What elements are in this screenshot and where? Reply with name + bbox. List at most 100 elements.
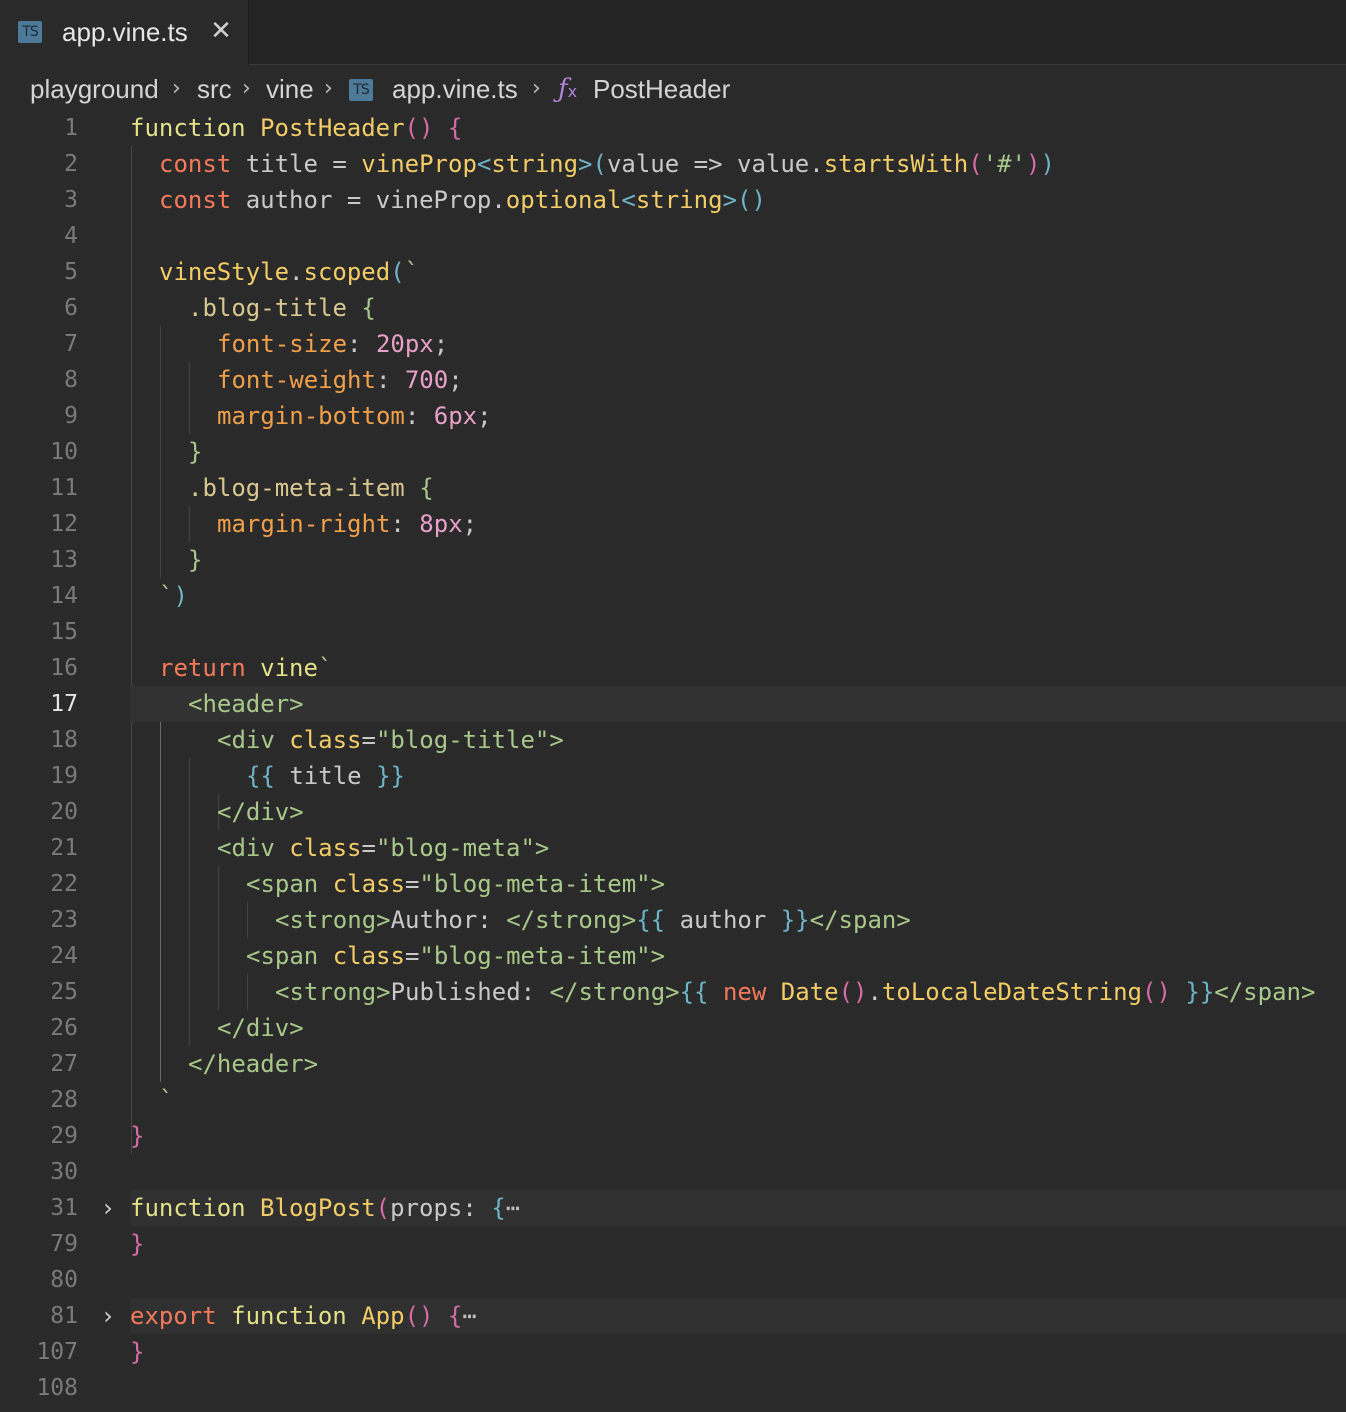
code-line[interactable]: 16 return vine` [0, 650, 1346, 686]
code-text: } [130, 1122, 145, 1150]
code-line[interactable]: 13 } [0, 542, 1346, 578]
code-text: return vine` [159, 654, 333, 682]
code-line[interactable]: 10 } [0, 434, 1346, 470]
code-line[interactable]: 12 margin-right: 8px; [0, 506, 1346, 542]
code-text: margin-right: 8px; [217, 510, 478, 538]
line-number: 1 [64, 115, 78, 141]
line-number: 29 [50, 1123, 78, 1149]
line-number: 14 [50, 583, 78, 609]
code-line[interactable]: 20 </div> [0, 794, 1346, 830]
code-line[interactable]: 6 .blog-title { [0, 290, 1346, 326]
line-number: 25 [50, 979, 78, 1005]
code-line[interactable]: 22 <span class="blog-meta-item"> [0, 866, 1346, 902]
line-number: 81 [50, 1303, 78, 1329]
code-line-folded[interactable]: 31 › function BlogPost(props: {⋯ [0, 1190, 1346, 1226]
line-number: 27 [50, 1051, 78, 1077]
function-fx-icon: ƒx [558, 74, 578, 104]
code-text: <strong>Published: </strong>{{ new Date(… [275, 978, 1316, 1006]
code-text: const author = vineProp.optional<string>… [159, 186, 766, 214]
line-number: 22 [50, 871, 78, 897]
close-icon[interactable]: ✕ [206, 14, 236, 48]
code-line[interactable]: 18 <div class="blog-title"> [0, 722, 1346, 758]
line-number: 15 [50, 619, 78, 645]
code-line[interactable]: 3 const author = vineProp.optional<strin… [0, 182, 1346, 218]
code-line[interactable]: 24 <span class="blog-meta-item"> [0, 938, 1346, 974]
code-line[interactable]: 15 [0, 614, 1346, 650]
breadcrumb-item-vine[interactable]: vine [266, 72, 314, 106]
code-line[interactable]: 9 margin-bottom: 6px; [0, 398, 1346, 434]
code-text: .blog-meta-item { [188, 474, 434, 502]
ellipsis-icon[interactable]: ⋯ [462, 1302, 476, 1330]
editor-window: TS app.vine.ts ✕ playground › src › vine… [0, 0, 1346, 1412]
chevron-right-icon[interactable]: › [96, 1298, 120, 1334]
line-number: 19 [50, 763, 78, 789]
code-line[interactable]: 30 [0, 1154, 1346, 1190]
code-line-active[interactable]: 17 <header> [0, 686, 1346, 722]
code-line[interactable]: 23 <strong>Author: </strong>{{ author }}… [0, 902, 1346, 938]
code-line[interactable]: 79 } [0, 1226, 1346, 1262]
code-text: `) [159, 582, 188, 610]
line-number: 3 [64, 187, 78, 213]
code-line[interactable]: 27 </header> [0, 1046, 1346, 1082]
code-text: ` [159, 1086, 174, 1114]
breadcrumb-item-src[interactable]: src [197, 72, 232, 106]
tab-bar: TS app.vine.ts ✕ [0, 0, 1346, 65]
code-editor[interactable]: 1 function PostHeader() { 2 const title … [0, 110, 1346, 1412]
code-text: } [188, 546, 203, 574]
code-line[interactable]: 80 [0, 1262, 1346, 1298]
code-line-folded[interactable]: 81 › export function App() {⋯ [0, 1298, 1346, 1334]
chevron-right-icon: › [324, 76, 333, 101]
line-number: 31 [50, 1195, 78, 1221]
line-number: 16 [50, 655, 78, 681]
code-text: function BlogPost(props: {⋯ [130, 1194, 521, 1222]
code-line[interactable]: 21 <div class="blog-meta"> [0, 830, 1346, 866]
code-text: </header> [188, 1050, 319, 1078]
line-number: 2 [64, 151, 78, 177]
code-line[interactable]: 14 `) [0, 578, 1346, 614]
code-line[interactable]: 26 </div> [0, 1010, 1346, 1046]
line-number: 4 [64, 223, 78, 249]
code-text: font-weight: 700; [217, 366, 463, 394]
code-line[interactable]: 4 [0, 218, 1346, 254]
line-number: 5 [64, 259, 78, 285]
code-line[interactable]: 29 } [0, 1118, 1346, 1154]
line-number: 21 [50, 835, 78, 861]
breadcrumb-item-symbol[interactable]: PostHeader [593, 72, 730, 106]
code-text: <span class="blog-meta-item"> [246, 942, 666, 970]
code-line[interactable]: 1 function PostHeader() { [0, 110, 1346, 146]
line-number: 24 [50, 943, 78, 969]
code-line[interactable]: 7 font-size: 20px; [0, 326, 1346, 362]
line-number: 13 [50, 547, 78, 573]
code-line[interactable]: 5 vineStyle.scoped(` [0, 254, 1346, 290]
code-text: function PostHeader() { [130, 114, 463, 142]
code-text: } [188, 438, 203, 466]
line-number: 79 [50, 1231, 78, 1257]
code-line[interactable]: 8 font-weight: 700; [0, 362, 1346, 398]
ellipsis-icon[interactable]: ⋯ [506, 1194, 520, 1222]
breadcrumb-item-playground[interactable]: playground [30, 72, 159, 106]
line-number: 30 [50, 1159, 78, 1185]
code-text: <header> [188, 690, 304, 718]
code-line[interactable]: 2 const title = vineProp<string>(value =… [0, 146, 1346, 182]
chevron-right-icon[interactable]: › [96, 1190, 120, 1226]
line-number: 9 [64, 403, 78, 429]
code-text: font-size: 20px; [217, 330, 449, 358]
breadcrumb: playground › src › vine › TS app.vine.ts… [0, 64, 1346, 112]
line-number: 23 [50, 907, 78, 933]
breadcrumb-item-file[interactable]: app.vine.ts [392, 72, 518, 106]
code-text: <strong>Author: </strong>{{ author }}</s… [275, 906, 911, 934]
code-line[interactable]: 28 ` [0, 1082, 1346, 1118]
code-line[interactable]: 108 [0, 1370, 1346, 1406]
tab-app-vine-ts[interactable]: TS app.vine.ts ✕ [0, 0, 249, 65]
code-text: export function App() {⋯ [130, 1302, 477, 1330]
code-line[interactable]: 107 } [0, 1334, 1346, 1370]
code-line[interactable]: 25 <strong>Published: </strong>{{ new Da… [0, 974, 1346, 1010]
line-number: 6 [64, 295, 78, 321]
code-text: <div class="blog-title"> [217, 726, 564, 754]
typescript-file-icon: TS [18, 21, 42, 43]
line-number: 18 [50, 727, 78, 753]
code-line[interactable]: 19 {{ title }} [0, 758, 1346, 794]
code-line[interactable]: 11 .blog-meta-item { [0, 470, 1346, 506]
line-number: 8 [64, 367, 78, 393]
code-text: <div class="blog-meta"> [217, 834, 550, 862]
